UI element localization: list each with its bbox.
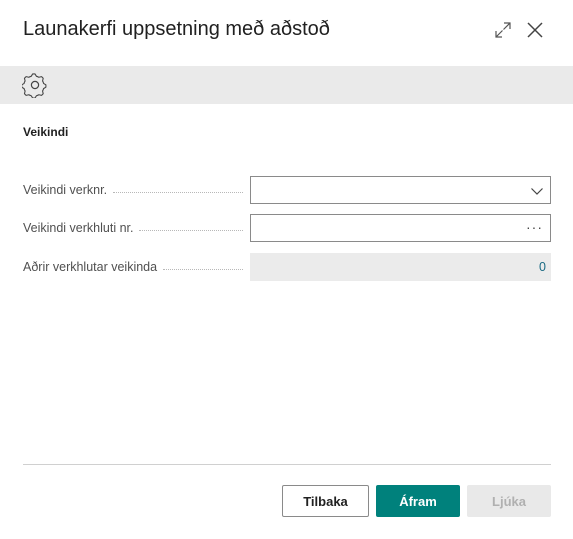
finish-button: Ljúka: [467, 485, 551, 517]
next-button[interactable]: Áfram: [376, 485, 460, 517]
footer-divider: [23, 464, 551, 465]
back-button[interactable]: Tilbaka: [282, 485, 369, 517]
sick-task-no-input[interactable]: ···: [250, 214, 551, 242]
close-icon: [527, 22, 543, 38]
action-bar: [0, 66, 573, 104]
other-sick-tasks-value-box: 0: [250, 253, 551, 281]
dialog-title: Launakerfi uppsetning með aðstoð: [23, 18, 330, 40]
field-row-sick-job-no: Veikindi verknr.: [23, 176, 551, 204]
gear-icon[interactable]: [22, 72, 48, 98]
field-label: Veikindi verknr.: [23, 176, 243, 204]
section-title: Veikindi: [23, 125, 69, 139]
chevron-down-icon: [531, 188, 543, 195]
other-sick-tasks-value[interactable]: 0: [539, 253, 546, 281]
expand-icon: [495, 22, 511, 38]
lookup-icon[interactable]: ···: [526, 215, 543, 241]
field-label: Veikindi verkhluti nr.: [23, 214, 243, 242]
close-button[interactable]: [522, 17, 548, 43]
expand-button[interactable]: [490, 17, 516, 43]
sick-job-no-dropdown[interactable]: [250, 176, 551, 204]
field-row-other-sick-tasks: Aðrir verkhlutar veikinda 0: [23, 253, 551, 281]
field-row-sick-task-no: Veikindi verkhluti nr. ···: [23, 214, 551, 242]
field-label: Aðrir verkhlutar veikinda: [23, 253, 243, 281]
